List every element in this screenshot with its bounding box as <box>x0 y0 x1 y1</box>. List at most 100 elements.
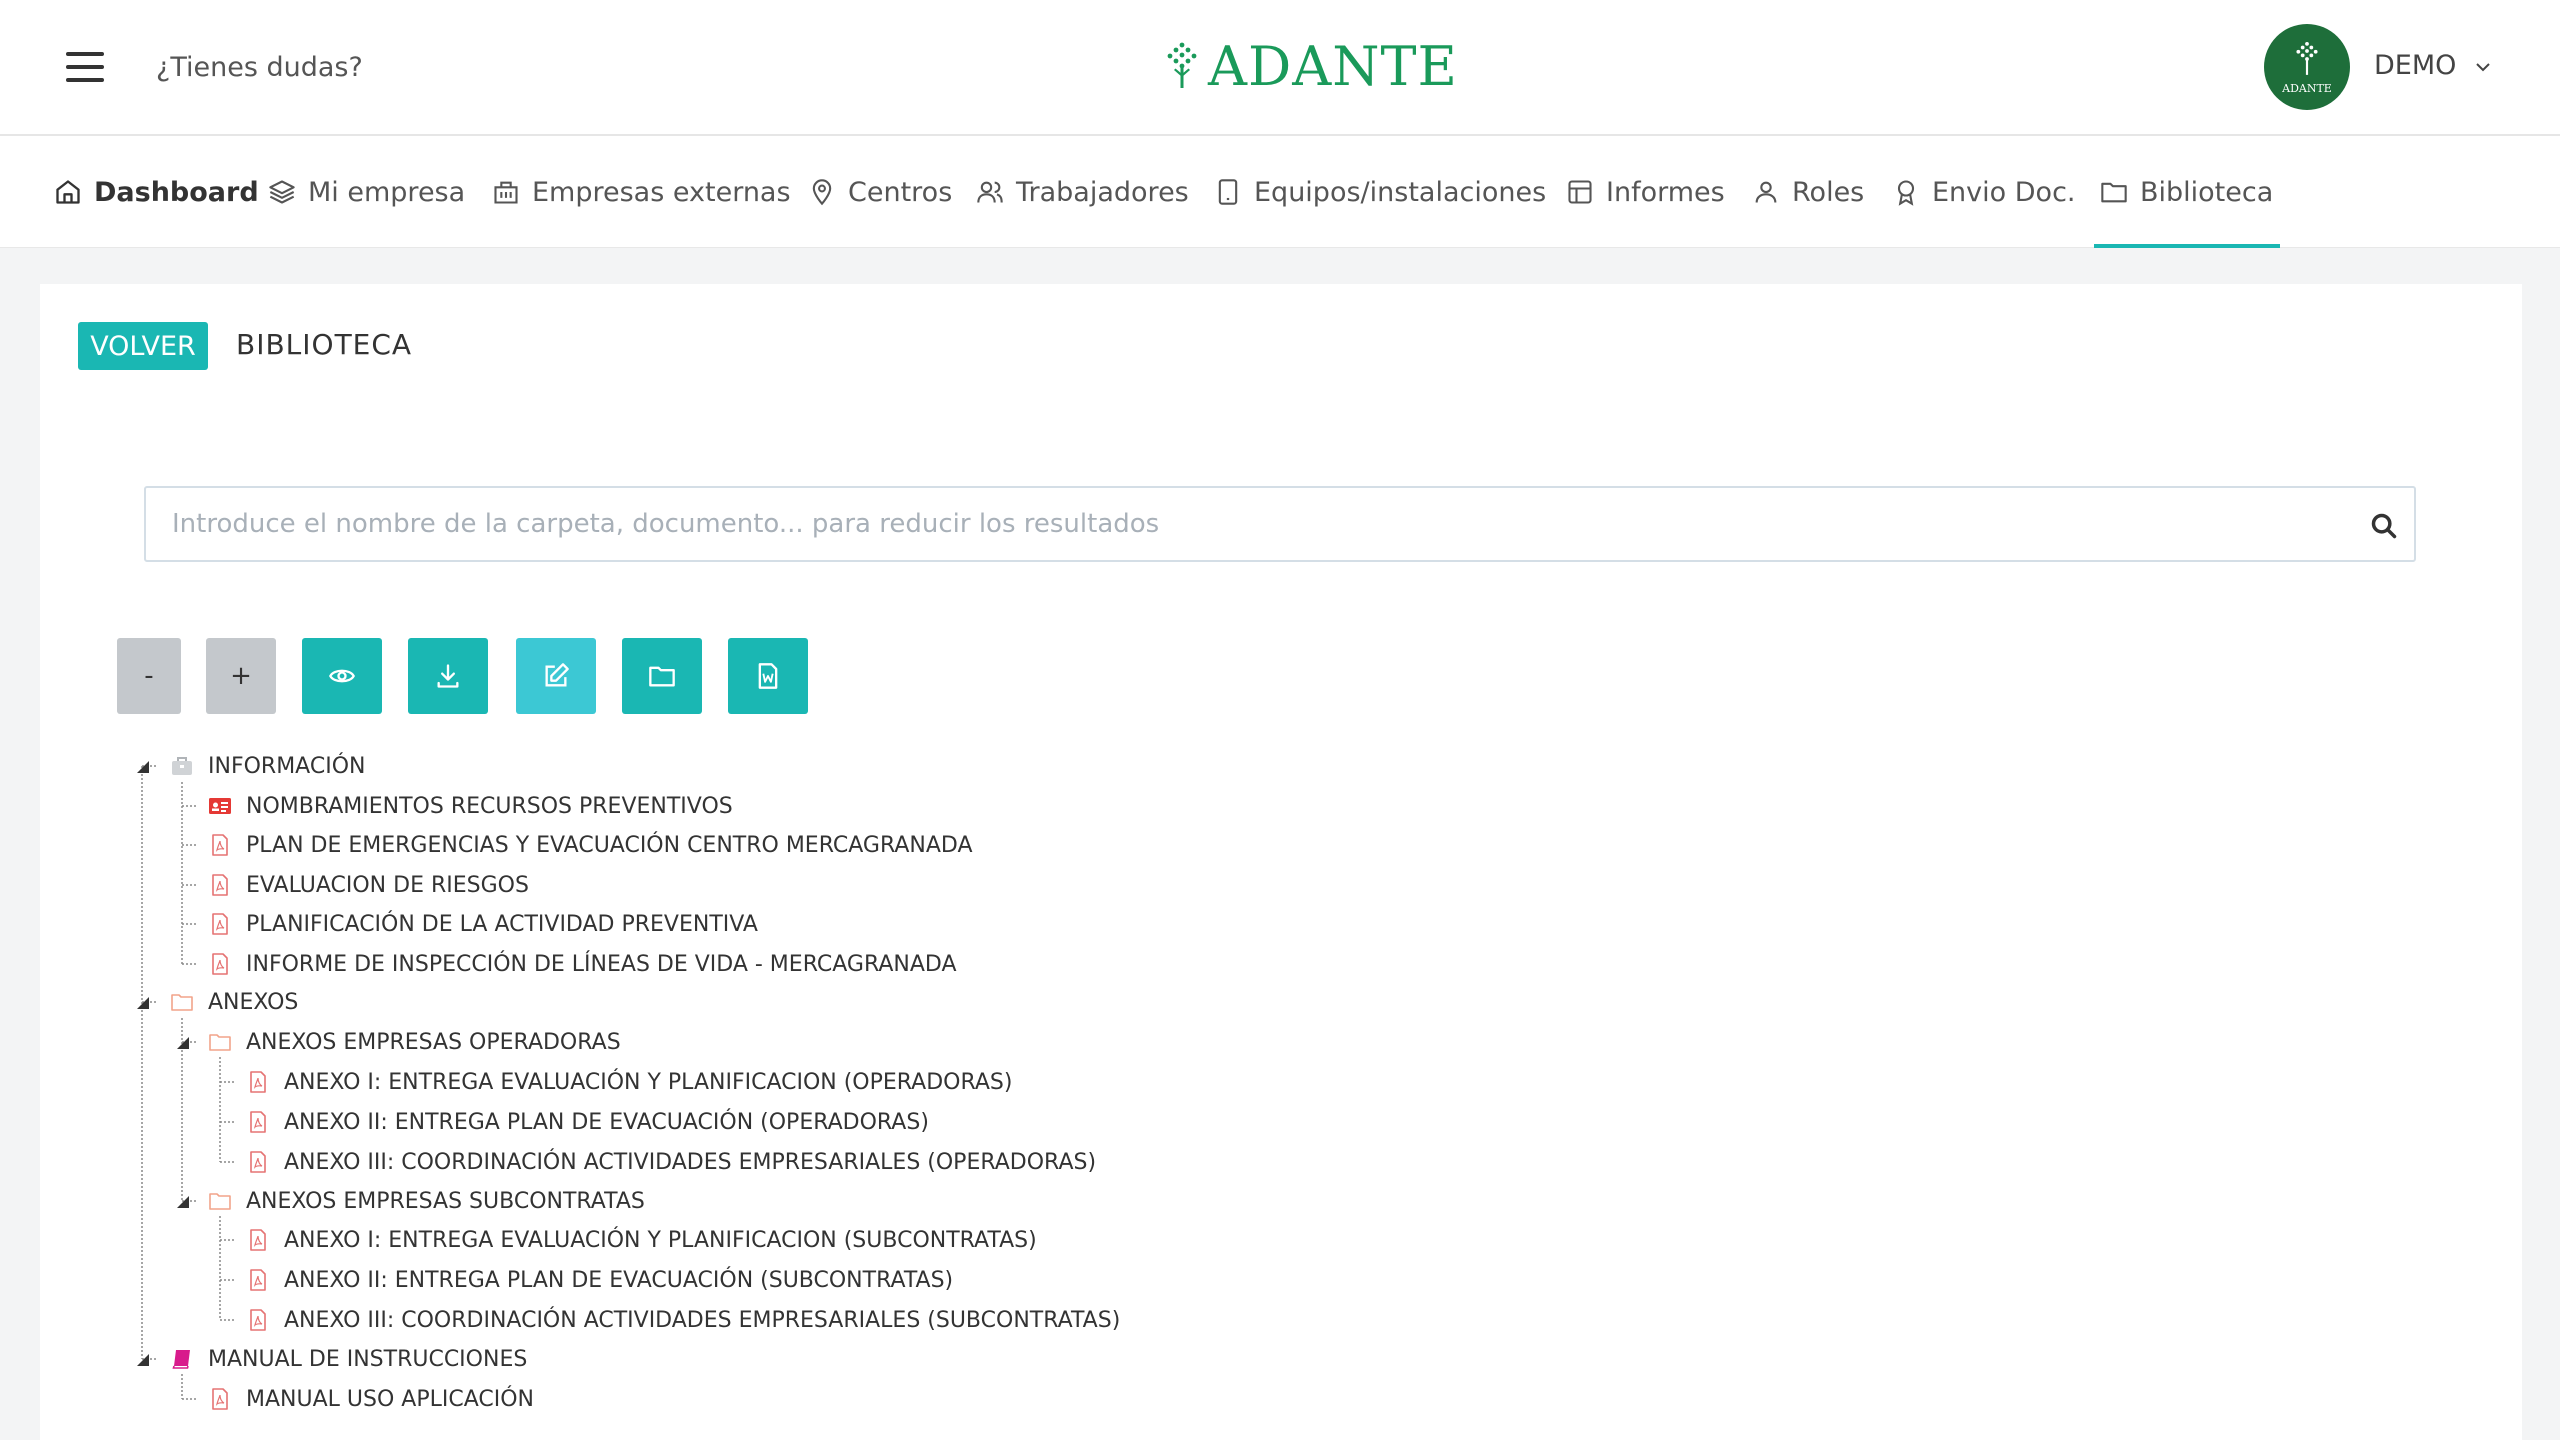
tree-node-label: ANEXO I: ENTREGA EVALUACIÓN Y PLANIFICAC… <box>284 1227 1037 1253</box>
book-icon <box>172 1350 190 1369</box>
layout-icon <box>1568 180 1592 204</box>
search-icon[interactable] <box>2370 512 2398 540</box>
tree-toggle-icon[interactable] <box>176 1036 190 1050</box>
folder-icon <box>209 1193 231 1210</box>
briefcase-icon <box>172 757 192 775</box>
tree-node-label: INFORME DE INSPECCIÓN DE LÍNEAS DE VIDA … <box>246 951 957 977</box>
nav-item-label: Empresas externas <box>532 176 791 208</box>
nav-item-centros[interactable]: Centros <box>808 172 952 212</box>
map-pin-icon <box>812 179 832 206</box>
tree-node-label: EVALUACION DE RIESGOS <box>246 872 529 898</box>
id-card-icon <box>209 798 231 814</box>
tree-node-label: PLANIFICACIÓN DE LA ACTIVIDAD PREVENTIVA <box>246 911 758 937</box>
folder-icon <box>2101 182 2127 203</box>
tree-file-plan-emergencias[interactable]: PLAN DE EMERGENCIAS Y EVACUACIÓN CENTRO … <box>208 830 973 860</box>
nav-item-empresas-externas[interactable]: Empresas externas <box>492 172 791 212</box>
pdf-icon <box>250 1269 266 1291</box>
tree-folder-manual-instrucciones[interactable]: MANUAL DE INSTRUCCIONES <box>170 1344 527 1374</box>
users-icon <box>977 181 1003 203</box>
tree-file-manual-uso[interactable]: MANUAL USO APLICACIÓN <box>208 1384 534 1414</box>
tree-folder-informacion[interactable]: INFORMACIÓN <box>170 751 365 781</box>
user-name[interactable]: DEMO <box>2374 50 2456 81</box>
pdf-icon <box>212 834 228 856</box>
chevron-down-icon[interactable] <box>2474 58 2492 76</box>
nav-item-label: Envio Doc. <box>1932 176 2076 208</box>
main-nav: Dashboard Mi empresa Empresas externas C… <box>0 136 2560 248</box>
avatar[interactable]: ADANTE <box>2264 24 2350 110</box>
nav-item-label: Trabajadores <box>1016 176 1189 208</box>
nav-item-biblioteca[interactable]: Biblioteca <box>2100 172 2273 212</box>
tree-node-label: NOMBRAMIENTOS RECURSOS PREVENTIVOS <box>246 793 733 819</box>
tree-file-informe-inspeccion[interactable]: INFORME DE INSPECCIÓN DE LÍNEAS DE VIDA … <box>208 949 957 979</box>
tablet-icon <box>1218 179 1238 205</box>
word-document-button[interactable] <box>728 638 808 714</box>
tree-node-label: ANEXO III: COORDINACIÓN ACTIVIDADES EMPR… <box>284 1149 1097 1175</box>
tree-logo-icon <box>1167 42 1197 88</box>
tree-toggle-icon[interactable] <box>136 760 150 774</box>
tree-node-label: INFORMACIÓN <box>208 753 366 779</box>
brand-logo[interactable]: ADANTE <box>1164 34 1458 98</box>
nav-item-label: Mi empresa <box>308 176 466 208</box>
tree-node-label: PLAN DE EMERGENCIAS Y EVACUACIÓN CENTRO … <box>246 832 973 858</box>
tree-node-label: MANUAL DE INSTRUCCIONES <box>208 1346 528 1372</box>
nav-item-trabajadores[interactable]: Trabajadores <box>976 172 1189 212</box>
folder-icon <box>171 994 193 1011</box>
help-link[interactable]: ¿Tienes dudas? <box>156 52 363 83</box>
tree-file-evaluacion-riesgos[interactable]: EVALUACION DE RIESGOS <box>208 870 529 900</box>
layers-icon <box>269 180 295 204</box>
tree-folder-anexos-operadoras[interactable]: ANEXOS EMPRESAS OPERADORAS <box>208 1027 621 1057</box>
nav-item-label: Equipos/instalaciones <box>1254 176 1547 208</box>
user-icon <box>1755 181 1777 203</box>
avatar-text: ADANTE <box>2282 81 2332 95</box>
tree-node-label: MANUAL USO APLICACIÓN <box>246 1386 534 1412</box>
pdf-icon <box>250 1309 266 1331</box>
pdf-icon <box>250 1151 266 1173</box>
nav-item-mi-empresa[interactable]: Mi empresa <box>268 172 465 212</box>
tree-node-label: ANEXOS EMPRESAS OPERADORAS <box>246 1029 621 1055</box>
pdf-icon <box>250 1229 266 1251</box>
tree-node-label: ANEXOS <box>208 989 299 1015</box>
tree-toggle-icon[interactable] <box>176 1195 190 1209</box>
nav-item-equipos[interactable]: Equipos/instalaciones <box>1214 172 1546 212</box>
tree-file-anexo-ii-operadoras[interactable]: ANEXO II: ENTREGA PLAN DE EVACUACIÓN (OP… <box>246 1107 929 1137</box>
nav-item-dashboard[interactable]: Dashboard <box>54 172 259 212</box>
home-icon <box>56 180 80 204</box>
tree-node-label: ANEXO I: ENTREGA EVALUACIÓN Y PLANIFICAC… <box>284 1069 1013 1095</box>
tree-file-nombramientos[interactable]: NOMBRAMIENTOS RECURSOS PREVENTIVOS <box>208 791 733 821</box>
tree-file-anexo-i-operadoras[interactable]: ANEXO I: ENTREGA EVALUACIÓN Y PLANIFICAC… <box>246 1067 1012 1097</box>
tree-node-label: ANEXO II: ENTREGA PLAN DE EVACUACIÓN (SU… <box>284 1267 954 1293</box>
pdf-icon <box>250 1071 266 1093</box>
nav-item-label: Dashboard <box>94 176 259 208</box>
hamburger-menu-icon[interactable] <box>66 52 104 82</box>
tree-file-anexo-iii-subcontratas[interactable]: ANEXO III: COORDINACIÓN ACTIVIDADES EMPR… <box>246 1305 1120 1335</box>
pdf-icon <box>212 874 228 896</box>
tree-toggle-icon[interactable] <box>136 1353 150 1367</box>
tree-logo-icon <box>2296 41 2318 75</box>
tree-toggle-icon[interactable] <box>136 996 150 1010</box>
tree-file-anexo-iii-operadoras[interactable]: ANEXO III: COORDINACIÓN ACTIVIDADES EMPR… <box>246 1147 1096 1177</box>
tree-node-label: ANEXO III: COORDINACIÓN ACTIVIDADES EMPR… <box>284 1307 1121 1333</box>
top-header: ¿Tienes dudas? ADANTE ADANTE DEMO <box>0 0 2560 136</box>
tree-folder-anexos-subcontratas[interactable]: ANEXOS EMPRESAS SUBCONTRATAS <box>208 1186 645 1216</box>
nav-item-label: Informes <box>1606 176 1725 208</box>
word-doc-icon <box>758 663 778 689</box>
nav-item-label: Roles <box>1792 176 1865 208</box>
pdf-icon <box>250 1111 266 1133</box>
tree-folder-anexos[interactable]: ANEXOS <box>170 987 298 1017</box>
logo-text: ADANTE <box>1208 34 1458 98</box>
tree-file-anexo-i-subcontratas[interactable]: ANEXO I: ENTREGA EVALUACIÓN Y PLANIFICAC… <box>246 1225 1037 1255</box>
tree-node-label: ANEXO II: ENTREGA PLAN DE EVACUACIÓN (OP… <box>284 1109 929 1135</box>
nav-item-roles[interactable]: Roles <box>1752 172 1864 212</box>
folder-icon <box>209 1034 231 1051</box>
building-icon <box>494 181 518 204</box>
active-tab-indicator <box>2094 244 2280 248</box>
tree-file-anexo-ii-subcontratas[interactable]: ANEXO II: ENTREGA PLAN DE EVACUACIÓN (SU… <box>246 1265 953 1295</box>
pdf-icon <box>212 913 228 935</box>
nav-item-informes[interactable]: Informes <box>1566 172 1725 212</box>
nav-item-label: Biblioteca <box>2140 176 2274 208</box>
nav-item-label: Centros <box>848 176 953 208</box>
pdf-icon <box>212 1388 228 1410</box>
tree-file-planificacion[interactable]: PLANIFICACIÓN DE LA ACTIVIDAD PREVENTIVA <box>208 909 758 939</box>
pdf-icon <box>212 953 228 975</box>
nav-item-envio-doc[interactable]: Envio Doc. <box>1892 172 2076 212</box>
